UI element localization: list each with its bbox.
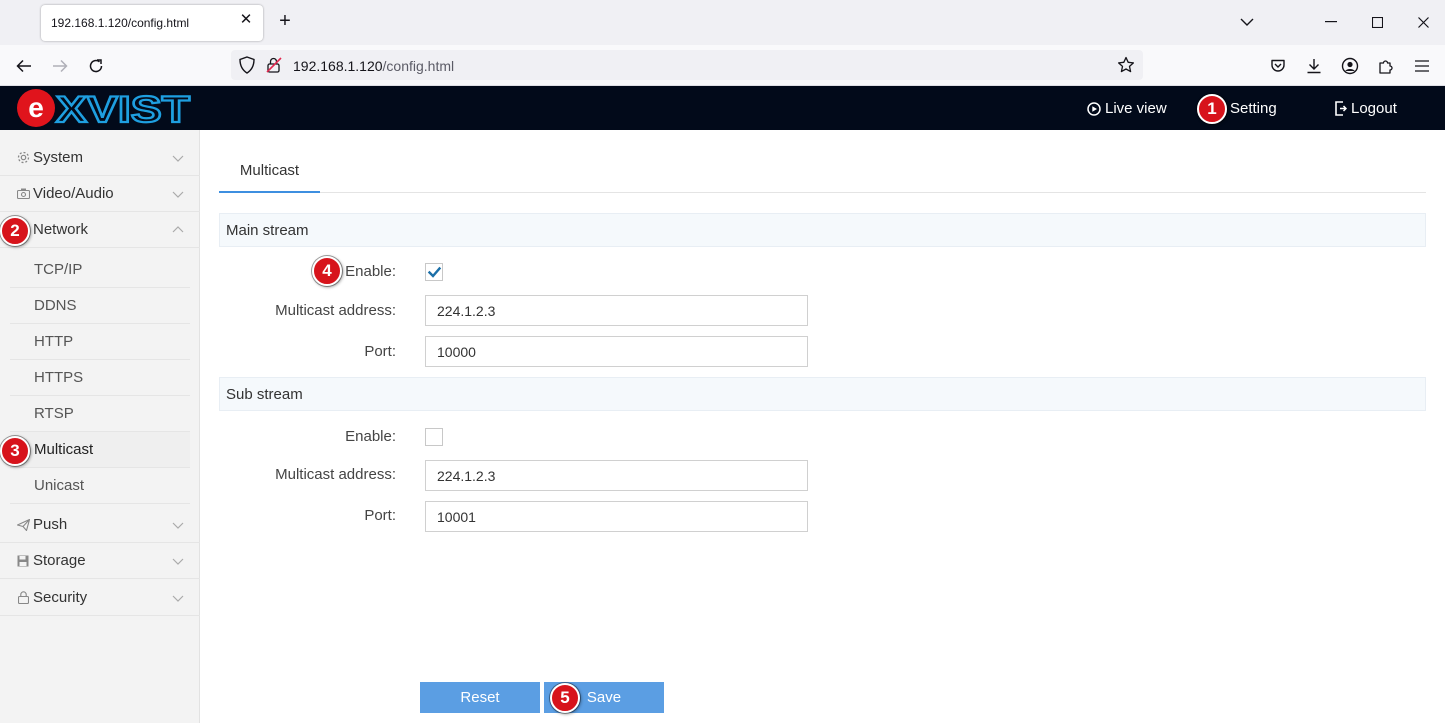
annotation-badge-5: 5 [550,683,580,713]
sidebar-sub-multicast[interactable]: Multicast [10,432,190,468]
live-view-label: Live view [1105,100,1167,117]
sidebar-item-storage[interactable]: Storage [0,543,200,579]
sub-enable-checkbox[interactable] [425,428,443,446]
reset-button[interactable]: Reset [420,682,540,713]
insecure-lock-icon[interactable] [266,56,282,77]
main-port-label: Port: [364,343,396,360]
sidebar-item-system[interactable]: System [0,140,200,176]
annotation-badge-1: 1 [1197,94,1227,124]
setting-label: Setting [1230,100,1277,117]
annotation-badge-2: 2 [0,216,30,246]
sidebar-item-label: Storage [33,552,86,569]
url-text[interactable]: 192.168.1.120/config.html [293,58,454,74]
logout-link[interactable]: Logout [1334,100,1397,117]
tab-list-chevron-icon[interactable] [1237,12,1257,32]
sidebar-sub-http[interactable]: HTTP [10,324,190,360]
sidebar-item-network[interactable]: Network [0,212,200,248]
sidebar-item-video-audio[interactable]: Video/Audio [0,176,200,212]
annotation-badge-4: 4 [312,256,342,286]
close-tab-icon[interactable]: ✕ [239,12,253,27]
settings-tab-strip: Multicast [219,150,1426,193]
extensions-icon[interactable] [1375,55,1397,77]
minimize-icon[interactable] [1321,12,1341,32]
browser-tab-title: 192.168.1.120/config.html [51,16,190,30]
main-enable-checkbox[interactable] [425,263,443,281]
main-stream-header: Main stream [219,213,1426,247]
sidebar-item-label: Network [33,221,89,238]
sub-multicast-address-input[interactable] [425,460,808,491]
exvist-logo: e XVIST [17,88,192,128]
sidebar-sub-tcpip[interactable]: TCP/IP [10,252,190,288]
shield-icon[interactable] [239,56,255,77]
logout-label: Logout [1351,100,1397,117]
sidebar-sub-rtsp[interactable]: RTSP [10,396,190,432]
sidebar-sub-ddns[interactable]: DDNS [10,288,190,324]
send-icon [16,518,30,532]
sidebar-item-security[interactable]: Security [0,580,200,616]
sub-address-label: Multicast address: [275,466,396,483]
chevron-down-icon [172,191,184,198]
svg-text:e: e [28,92,44,123]
sidebar-item-label: Video/Audio [33,185,114,202]
main-multicast-address-input[interactable] [425,295,808,326]
sidebar-item-label: Push [33,516,68,533]
lock-icon [16,591,30,605]
sub-enable-label: Enable: [345,428,396,445]
chevron-down-icon [172,155,184,162]
url-host: 192.168.1.120 [293,58,383,74]
play-circle-icon [1087,101,1101,116]
sub-port-label: Port: [364,507,396,524]
url-bar[interactable]: 192.168.1.120/config.html [231,50,1143,80]
menu-hamburger-icon[interactable] [1411,55,1433,77]
chevron-down-icon [172,558,184,565]
sidebar-sub-unicast[interactable]: Unicast [10,468,190,504]
svg-text:XVIST: XVIST [56,89,190,128]
browser-nav-bar: 192.168.1.120/config.html [0,45,1445,86]
annotation-badge-3: 3 [0,436,30,466]
sidebar-item-label: Security [33,589,88,606]
forward-icon[interactable] [49,55,71,77]
camera-icon [16,187,30,201]
chevron-down-icon [172,595,184,602]
chevron-up-icon [172,226,184,233]
gear-icon [16,151,30,165]
sidebar-sub-https[interactable]: HTTPS [10,360,190,396]
main-port-input[interactable] [425,336,808,367]
back-icon[interactable] [13,55,35,77]
account-icon[interactable] [1339,55,1361,77]
app-header: e XVIST Live view Setting Logout [0,86,1445,130]
sidebar: System Video/Audio Network TCP/IP DDNS H… [0,130,200,723]
tab-multicast[interactable]: Multicast [219,150,320,193]
main-enable-label: Enable: [345,263,396,280]
floppy-icon [16,554,30,568]
setting-link[interactable]: Setting [1230,100,1277,117]
maximize-icon[interactable] [1367,12,1387,32]
live-view-link[interactable]: Live view [1087,100,1167,117]
url-path: /config.html [382,58,455,74]
sidebar-item-label: System [33,149,84,166]
sub-port-input[interactable] [425,501,808,532]
bookmark-star-icon[interactable] [1117,56,1135,77]
window-close-icon[interactable] [1413,12,1433,32]
browser-tab-bar: 192.168.1.120/config.html ✕ + [0,0,1445,45]
pocket-icon[interactable] [1267,55,1289,77]
checkmark-icon [427,266,442,278]
main-address-label: Multicast address: [275,302,396,319]
reload-icon[interactable] [85,55,107,77]
download-icon[interactable] [1303,55,1325,77]
browser-tab[interactable]: 192.168.1.120/config.html ✕ [41,5,263,41]
new-tab-icon[interactable]: + [276,11,294,31]
sub-stream-header: Sub stream [219,377,1426,411]
logout-icon [1335,101,1347,116]
